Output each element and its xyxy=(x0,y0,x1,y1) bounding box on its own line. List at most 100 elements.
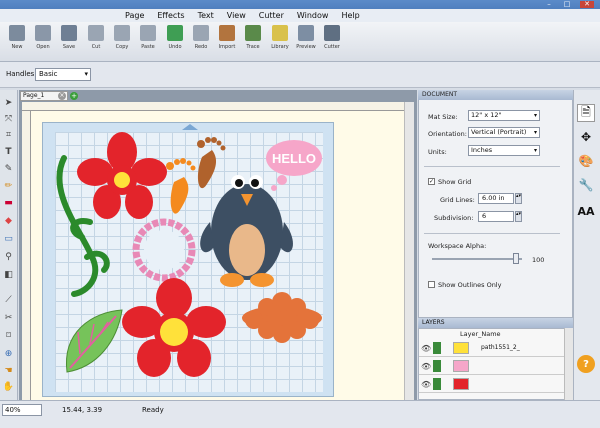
toolbar-trace-button[interactable]: Trace xyxy=(241,25,265,59)
layer-row[interactable]: 👁 xyxy=(419,376,564,393)
pen-icon[interactable]: ✎ xyxy=(2,162,15,175)
close-button[interactable]: ✕ xyxy=(580,1,594,8)
hand-icon[interactable]: ✋ xyxy=(2,380,15,393)
font-size-icon[interactable]: AA xyxy=(577,202,595,220)
layer-thumbnail xyxy=(453,360,469,372)
units-select[interactable]: Inches xyxy=(468,145,540,156)
menu-help[interactable]: Help xyxy=(339,11,362,20)
document-icon[interactable]: 🗎 xyxy=(577,104,595,122)
toolbar-label: Preview xyxy=(296,44,316,50)
layer-row[interactable]: 👁 path1551_2_ xyxy=(419,340,564,357)
layer-thumbnail xyxy=(453,342,469,354)
layer-color-swatch xyxy=(433,360,441,372)
new-icon xyxy=(9,25,25,41)
orange-foot xyxy=(166,158,196,214)
layer-thumbnail xyxy=(453,378,469,390)
move-arrows-icon[interactable]: ✥ xyxy=(577,128,595,146)
toolbar-copy-button[interactable]: Copy xyxy=(110,25,134,59)
rectangle-icon[interactable]: ▭ xyxy=(2,232,15,245)
toolbar-label: Undo xyxy=(168,44,182,50)
toolbar-cut-button[interactable]: Cut xyxy=(84,25,108,59)
crop-icon[interactable]: ⌗ xyxy=(2,128,15,141)
knife-icon[interactable]: ✂ xyxy=(2,311,15,324)
design-artwork[interactable]: HELLO xyxy=(42,122,334,397)
fill-icon[interactable]: ◧ xyxy=(2,268,15,281)
undo-icon xyxy=(167,25,183,41)
toolbar-undo-button[interactable]: Undo xyxy=(163,25,187,59)
menu-window[interactable]: Window xyxy=(294,11,331,20)
toolbar-label: Library xyxy=(271,44,289,50)
workspace-alpha-slider[interactable] xyxy=(513,253,519,264)
toolbar-paste-button[interactable]: Paste xyxy=(136,25,160,59)
toolbar-library-button[interactable]: Library xyxy=(268,25,292,59)
palette-icon[interactable]: 🎨 xyxy=(577,152,595,170)
toolbar-open-button[interactable]: Open xyxy=(31,25,55,59)
pink-scalloped-ring xyxy=(132,218,196,282)
cursor-coordinates: 15.44, 3.39 xyxy=(62,406,103,414)
toolbar-label: Import xyxy=(218,44,236,50)
brush-icon[interactable]: ▬ xyxy=(2,196,15,209)
show-grid-checkbox[interactable]: ✓ xyxy=(428,178,435,185)
page-tab-close-icon[interactable]: × xyxy=(58,92,66,100)
orange-scalloped-shape xyxy=(242,292,322,343)
import-icon xyxy=(219,25,235,41)
subdivision-stepper[interactable]: ▴▾ xyxy=(515,211,522,222)
subdivision-label: Subdivision: xyxy=(434,214,474,222)
minimize-button[interactable]: – xyxy=(542,1,556,8)
subdivision-input[interactable]: 6 xyxy=(478,211,514,222)
workspace-alpha-track xyxy=(432,258,522,260)
toolbar-redo-button[interactable]: Redo xyxy=(189,25,213,59)
zoom-icon[interactable]: ⊕ xyxy=(2,347,15,360)
layers-scrollbar[interactable] xyxy=(564,328,573,400)
brown-foot xyxy=(197,137,226,189)
eye-icon[interactable]: 👁 xyxy=(421,344,431,353)
node-edit-icon[interactable]: ⤧ xyxy=(2,112,15,125)
show-grid-label: Show Grid xyxy=(438,178,472,186)
eyedropper-icon[interactable]: ⚲ xyxy=(2,250,15,263)
library-icon xyxy=(272,25,288,41)
toolbar-import-button[interactable]: Import xyxy=(215,25,239,59)
toolbar-label: Paste xyxy=(141,44,155,50)
grid-lines-label: Grid Lines: xyxy=(440,196,475,204)
hello-cloud: HELLO xyxy=(266,140,322,191)
toolbar-label: Trace xyxy=(246,44,260,50)
copy-icon xyxy=(114,25,130,41)
layer-name-column: Layer_Name xyxy=(460,330,501,338)
status-bar xyxy=(0,400,600,428)
grid-lines-stepper[interactable]: ▴▾ xyxy=(515,193,522,204)
menu-page[interactable]: Page xyxy=(123,11,147,20)
menu-cutter[interactable]: Cutter xyxy=(256,11,286,20)
toolbar-preview-button[interactable]: Preview xyxy=(294,25,318,59)
help-icon[interactable]: ? xyxy=(577,355,595,373)
text-tool-icon[interactable]: T xyxy=(2,145,15,158)
mat-arrow xyxy=(182,124,198,130)
pan-icon[interactable]: ☚ xyxy=(2,364,15,377)
orientation-select[interactable]: Vertical (Portrait) xyxy=(468,127,540,138)
eye-icon[interactable]: 👁 xyxy=(421,362,431,371)
layer-row[interactable]: 👁 xyxy=(419,358,564,375)
eraser-icon[interactable]: ◆ xyxy=(2,214,15,227)
wrench-icon[interactable]: 🔧 xyxy=(577,176,595,194)
select-arrow-icon[interactable]: ➤ xyxy=(2,96,15,109)
page-tab-label: Page_1 xyxy=(23,92,45,99)
toolbar-label: Cutter xyxy=(324,44,340,50)
toolbar-new-button[interactable]: New xyxy=(5,25,29,59)
layer-name: path1551_2_ xyxy=(481,344,520,351)
vertical-scrollbar[interactable] xyxy=(404,102,414,400)
toolbar-cutter-button[interactable]: Cutter xyxy=(320,25,344,59)
grid-lines-input[interactable]: 6.00 in xyxy=(478,193,514,204)
menu-view[interactable]: View xyxy=(224,11,248,20)
line-icon[interactable]: ⟋ xyxy=(2,293,15,306)
pencil-icon[interactable]: ✏ xyxy=(2,179,15,192)
maximize-button[interactable]: □ xyxy=(560,1,574,8)
mat-size-select[interactable]: 12" x 12" xyxy=(468,110,540,121)
handles-select[interactable]: Basic xyxy=(35,68,91,81)
menu-text[interactable]: Text xyxy=(195,11,216,20)
show-outlines-checkbox[interactable] xyxy=(428,281,435,288)
add-page-icon[interactable]: + xyxy=(70,92,78,100)
toolbar-save-button[interactable]: Save xyxy=(57,25,81,59)
menu-effects[interactable]: Effects xyxy=(155,11,187,20)
zoom-select[interactable]: 40% xyxy=(2,404,42,416)
weld-icon[interactable]: ⌑ xyxy=(2,329,15,342)
eye-icon[interactable]: 👁 xyxy=(421,380,431,389)
